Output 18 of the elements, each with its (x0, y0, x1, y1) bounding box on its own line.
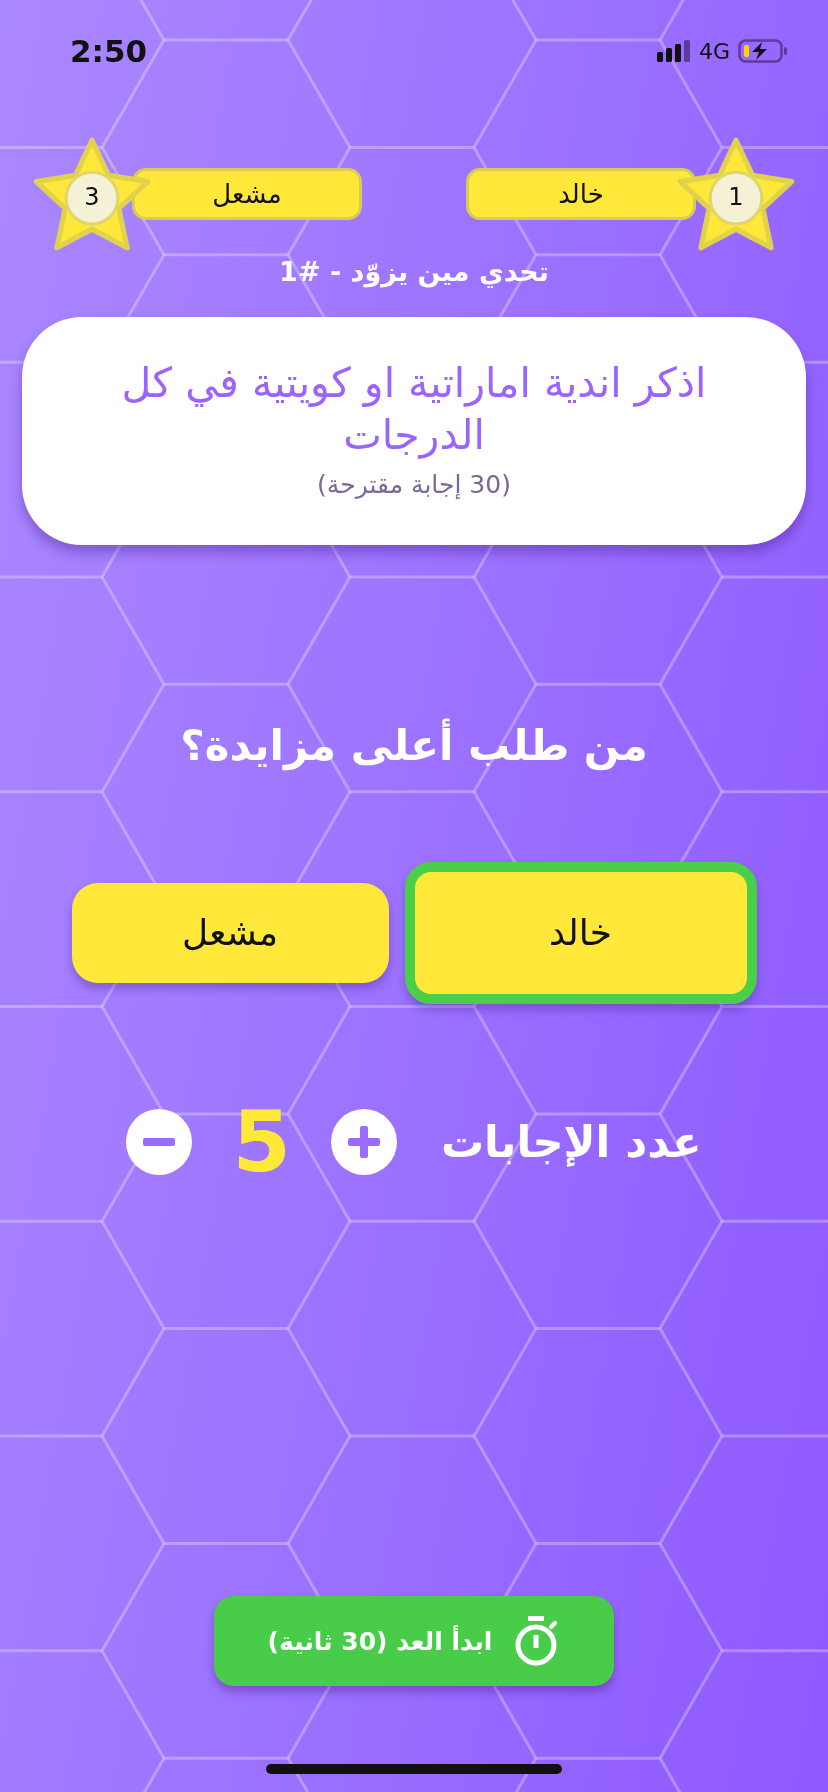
bidder-button[interactable]: خالد (404, 861, 757, 1004)
status-time: 2:50 (70, 33, 148, 69)
network-label: 4G (698, 38, 730, 64)
player-name-tag: خالد (466, 168, 696, 220)
bid-prompt: من طلب أعلى مزايدة؟ (180, 720, 648, 770)
signal-icon (656, 40, 691, 62)
plus-button-icon[interactable] (330, 1108, 397, 1175)
bidder-button[interactable]: مشعل (71, 882, 389, 983)
question-text: اذكر اندية اماراتية او كويتية في كل الدرجات (120, 358, 708, 462)
minus-button-icon[interactable] (126, 1108, 193, 1175)
rank-number: 1 (727, 183, 745, 211)
player-name-tag: مشعل (132, 168, 362, 220)
answer-count-label: عدد الإجابات (440, 1116, 702, 1167)
answer-count-value: 5 (232, 1099, 291, 1184)
rank-number: 3 (83, 183, 101, 211)
answer-hint: (30 إجابة مقترحة) (316, 469, 512, 499)
challenge-title: تحدي مين يزوّد - #1 (279, 256, 549, 287)
battery-charging-icon (738, 39, 788, 63)
